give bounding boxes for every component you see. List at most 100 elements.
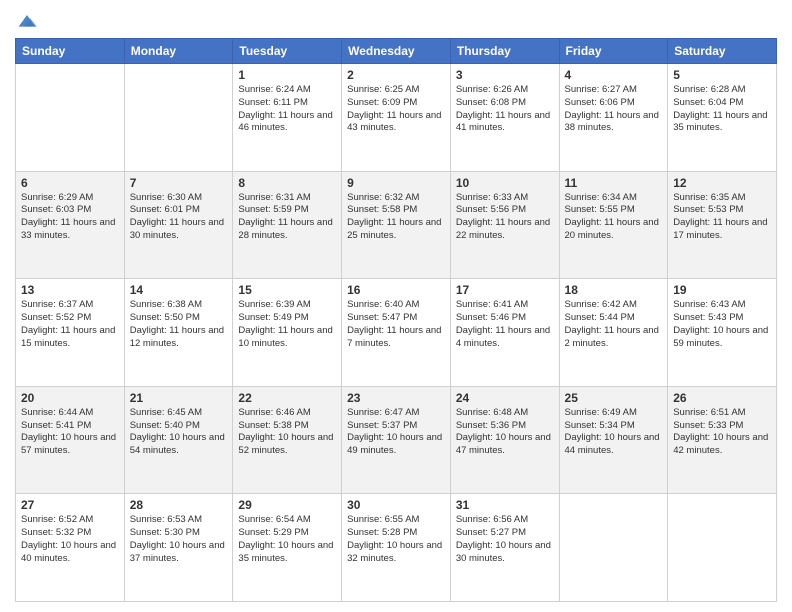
- day-header-sunday: Sunday: [16, 39, 125, 64]
- day-number: 9: [347, 176, 445, 190]
- calendar-cell: 26Sunrise: 6:51 AM Sunset: 5:33 PM Dayli…: [668, 386, 777, 494]
- calendar-cell: 11 Sunrise: 6:34 AM Sunset: 5:55 PM Dayli…: [559, 171, 668, 279]
- calendar-cell: 15 Sunrise: 6:39 AM Sunset: 5:49 PM Dayli…: [233, 279, 342, 387]
- day-number: 12: [673, 176, 771, 190]
- calendar-cell: 21Sunrise: 6:45 AM Sunset: 5:40 PM Dayli…: [124, 386, 233, 494]
- day-info: Sunrise: 6:34 AM Sunset: 5:55 PM Dayligh…: [565, 192, 663, 243]
- week-row-0: 1Sunrise: 6:24 AM Sunset: 6:11 PM Daylig…: [16, 64, 777, 172]
- calendar-table: SundayMondayTuesdayWednesdayThursdayFrid…: [15, 38, 777, 602]
- calendar-cell: [124, 64, 233, 172]
- calendar-cell: [668, 494, 777, 602]
- day-number: 19: [673, 283, 771, 297]
- calendar-cell: 7Sunrise: 6:30 AM Sunset: 6:01 PM Daylig…: [124, 171, 233, 279]
- calendar-cell: 25 Sunrise: 6:49 AM Sunset: 5:34 PM Dayli…: [559, 386, 668, 494]
- day-number: 10: [456, 176, 554, 190]
- day-number: 24: [456, 391, 554, 405]
- day-info: Sunrise: 6:26 AM Sunset: 6:08 PM Dayligh…: [456, 84, 554, 135]
- calendar-cell: 19 Sunrise: 6:43 AM Sunset: 5:43 PM Dayli…: [668, 279, 777, 387]
- calendar-cell: 31 Sunrise: 6:56 AM Sunset: 5:27 PM Dayli…: [450, 494, 559, 602]
- day-info: Sunrise: 6:41 AM Sunset: 5:46 PM Dayligh…: [456, 299, 554, 350]
- week-row-1: 6 Sunrise: 6:29 AM Sunset: 6:03 PM Daylig…: [16, 171, 777, 279]
- calendar-cell: 6 Sunrise: 6:29 AM Sunset: 6:03 PM Daylig…: [16, 171, 125, 279]
- day-info: Sunrise: 6:48 AM Sunset: 5:36 PM Dayligh…: [456, 407, 554, 458]
- day-info: Sunrise: 6:51 AM Sunset: 5:33 PM Dayligh…: [673, 407, 771, 458]
- day-number: 14: [130, 283, 228, 297]
- calendar-cell: 8Sunrise: 6:31 AM Sunset: 5:59 PM Daylig…: [233, 171, 342, 279]
- day-number: 20: [21, 391, 119, 405]
- day-number: 4: [565, 68, 663, 82]
- day-number: 2: [347, 68, 445, 82]
- day-info: Sunrise: 6:24 AM Sunset: 6:11 PM Dayligh…: [238, 84, 336, 135]
- calendar-cell: 18 Sunrise: 6:42 AM Sunset: 5:44 PM Dayli…: [559, 279, 668, 387]
- day-number: 29: [238, 498, 336, 512]
- day-info: Sunrise: 6:45 AM Sunset: 5:40 PM Dayligh…: [130, 407, 228, 458]
- day-info: Sunrise: 6:31 AM Sunset: 5:59 PM Dayligh…: [238, 192, 336, 243]
- header: [15, 10, 777, 30]
- week-row-2: 13 Sunrise: 6:37 AM Sunset: 5:52 PM Dayli…: [16, 279, 777, 387]
- day-info: Sunrise: 6:47 AM Sunset: 5:37 PM Dayligh…: [347, 407, 445, 458]
- day-number: 7: [130, 176, 228, 190]
- day-number: 3: [456, 68, 554, 82]
- day-number: 6: [21, 176, 119, 190]
- day-info: Sunrise: 6:39 AM Sunset: 5:49 PM Dayligh…: [238, 299, 336, 350]
- day-info: Sunrise: 6:25 AM Sunset: 6:09 PM Dayligh…: [347, 84, 445, 135]
- day-info: Sunrise: 6:40 AM Sunset: 5:47 PM Dayligh…: [347, 299, 445, 350]
- day-number: 15: [238, 283, 336, 297]
- calendar-cell: 29 Sunrise: 6:54 AM Sunset: 5:29 PM Dayli…: [233, 494, 342, 602]
- day-info: Sunrise: 6:28 AM Sunset: 6:04 PM Dayligh…: [673, 84, 771, 135]
- day-header-saturday: Saturday: [668, 39, 777, 64]
- day-info: Sunrise: 6:46 AM Sunset: 5:38 PM Dayligh…: [238, 407, 336, 458]
- day-info: Sunrise: 6:32 AM Sunset: 5:58 PM Dayligh…: [347, 192, 445, 243]
- calendar-cell: 10 Sunrise: 6:33 AM Sunset: 5:56 PM Dayli…: [450, 171, 559, 279]
- calendar-cell: 27Sunrise: 6:52 AM Sunset: 5:32 PM Dayli…: [16, 494, 125, 602]
- day-header-thursday: Thursday: [450, 39, 559, 64]
- day-number: 28: [130, 498, 228, 512]
- calendar-cell: 12 Sunrise: 6:35 AM Sunset: 5:53 PM Dayli…: [668, 171, 777, 279]
- header-row: SundayMondayTuesdayWednesdayThursdayFrid…: [16, 39, 777, 64]
- day-number: 13: [21, 283, 119, 297]
- day-info: Sunrise: 6:44 AM Sunset: 5:41 PM Dayligh…: [21, 407, 119, 458]
- day-info: Sunrise: 6:35 AM Sunset: 5:53 PM Dayligh…: [673, 192, 771, 243]
- calendar-cell: 14 Sunrise: 6:38 AM Sunset: 5:50 PM Dayli…: [124, 279, 233, 387]
- day-info: Sunrise: 6:37 AM Sunset: 5:52 PM Dayligh…: [21, 299, 119, 350]
- logo-icon: [17, 10, 37, 30]
- day-info: Sunrise: 6:53 AM Sunset: 5:30 PM Dayligh…: [130, 514, 228, 565]
- day-info: Sunrise: 6:54 AM Sunset: 5:29 PM Dayligh…: [238, 514, 336, 565]
- day-info: Sunrise: 6:52 AM Sunset: 5:32 PM Dayligh…: [21, 514, 119, 565]
- calendar-cell: 5 Sunrise: 6:28 AM Sunset: 6:04 PM Daylig…: [668, 64, 777, 172]
- logo-text: [15, 10, 37, 30]
- day-number: 5: [673, 68, 771, 82]
- day-header-wednesday: Wednesday: [342, 39, 451, 64]
- day-info: Sunrise: 6:33 AM Sunset: 5:56 PM Dayligh…: [456, 192, 554, 243]
- day-header-tuesday: Tuesday: [233, 39, 342, 64]
- calendar-cell: 24 Sunrise: 6:48 AM Sunset: 5:36 PM Dayli…: [450, 386, 559, 494]
- day-number: 31: [456, 498, 554, 512]
- day-info: Sunrise: 6:38 AM Sunset: 5:50 PM Dayligh…: [130, 299, 228, 350]
- day-info: Sunrise: 6:49 AM Sunset: 5:34 PM Dayligh…: [565, 407, 663, 458]
- day-number: 18: [565, 283, 663, 297]
- calendar-cell: 17 Sunrise: 6:41 AM Sunset: 5:46 PM Dayli…: [450, 279, 559, 387]
- day-number: 25: [565, 391, 663, 405]
- calendar-cell: [559, 494, 668, 602]
- calendar-cell: 22Sunrise: 6:46 AM Sunset: 5:38 PM Dayli…: [233, 386, 342, 494]
- calendar-cell: 13 Sunrise: 6:37 AM Sunset: 5:52 PM Dayli…: [16, 279, 125, 387]
- calendar-cell: 28 Sunrise: 6:53 AM Sunset: 5:30 PM Dayli…: [124, 494, 233, 602]
- day-info: Sunrise: 6:42 AM Sunset: 5:44 PM Dayligh…: [565, 299, 663, 350]
- day-info: Sunrise: 6:43 AM Sunset: 5:43 PM Dayligh…: [673, 299, 771, 350]
- calendar-cell: 20 Sunrise: 6:44 AM Sunset: 5:41 PM Dayli…: [16, 386, 125, 494]
- day-info: Sunrise: 6:56 AM Sunset: 5:27 PM Dayligh…: [456, 514, 554, 565]
- day-number: 11: [565, 176, 663, 190]
- day-number: 30: [347, 498, 445, 512]
- day-info: Sunrise: 6:55 AM Sunset: 5:28 PM Dayligh…: [347, 514, 445, 565]
- day-header-monday: Monday: [124, 39, 233, 64]
- day-number: 17: [456, 283, 554, 297]
- calendar-cell: 2 Sunrise: 6:25 AM Sunset: 6:09 PM Daylig…: [342, 64, 451, 172]
- logo: [15, 10, 37, 30]
- calendar-cell: 1Sunrise: 6:24 AM Sunset: 6:11 PM Daylig…: [233, 64, 342, 172]
- page: SundayMondayTuesdayWednesdayThursdayFrid…: [0, 0, 792, 612]
- day-number: 16: [347, 283, 445, 297]
- day-info: Sunrise: 6:29 AM Sunset: 6:03 PM Dayligh…: [21, 192, 119, 243]
- week-row-3: 20 Sunrise: 6:44 AM Sunset: 5:41 PM Dayli…: [16, 386, 777, 494]
- calendar-cell: 3 Sunrise: 6:26 AM Sunset: 6:08 PM Daylig…: [450, 64, 559, 172]
- calendar-cell: [16, 64, 125, 172]
